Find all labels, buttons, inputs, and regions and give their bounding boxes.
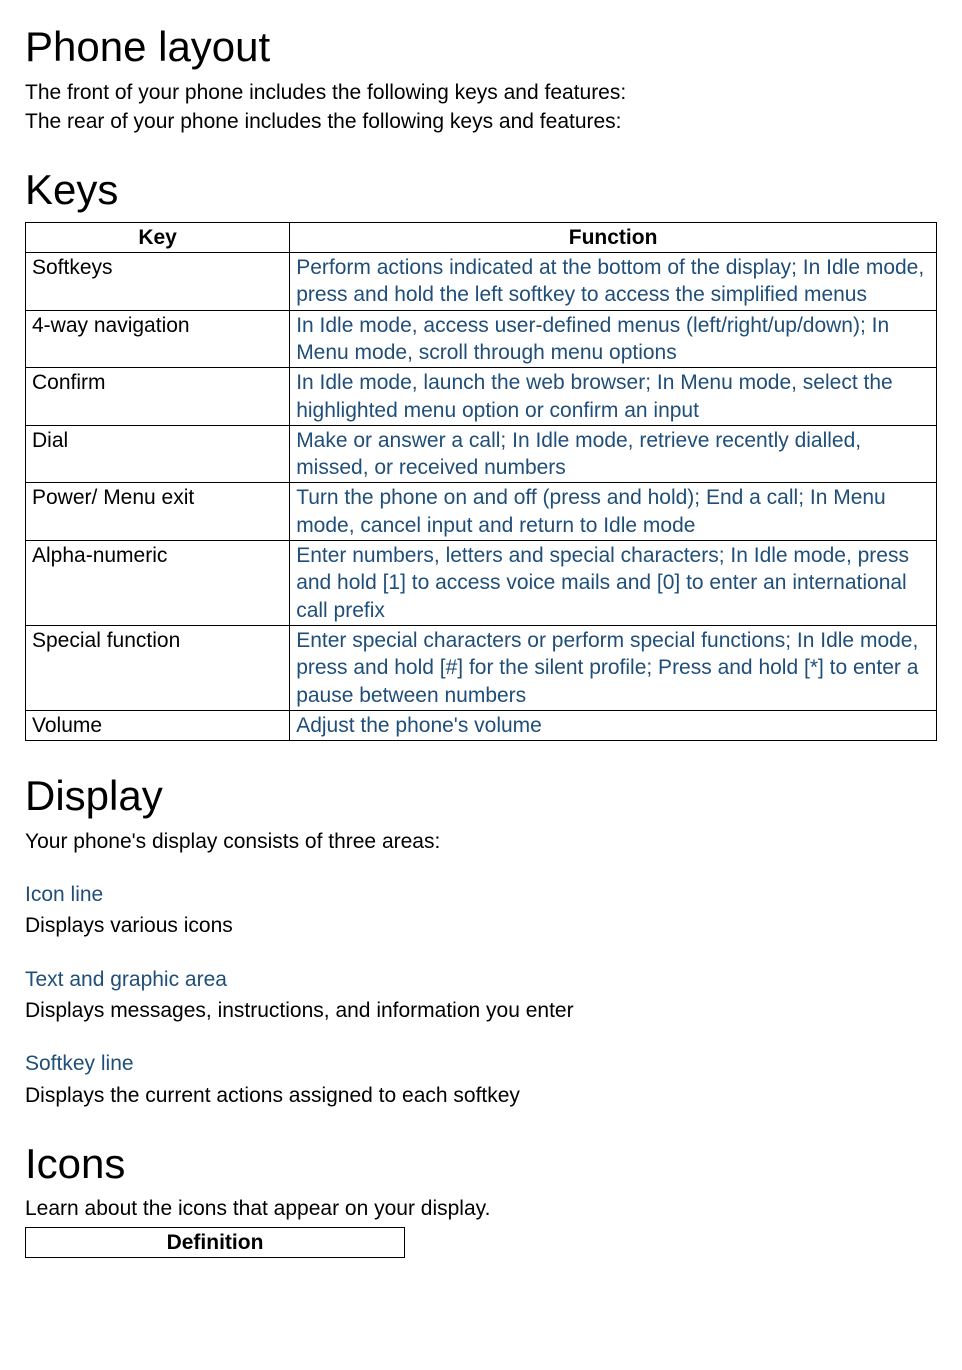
table-cell-key: Dial	[26, 425, 290, 483]
heading-display: Display	[25, 769, 937, 824]
heading-icons: Icons	[25, 1137, 937, 1192]
icons-table: Definition	[25, 1227, 405, 1258]
icons-intro: Learn about the icons that appear on you…	[25, 1195, 937, 1222]
display-area-desc: Displays various icons	[25, 912, 937, 939]
display-area-title: Softkey line	[25, 1050, 937, 1077]
table-row: SoftkeysPerform actions indicated at the…	[26, 253, 937, 311]
table-row: VolumeAdjust the phone's volume	[26, 710, 937, 740]
table-cell-function: Turn the phone on and off (press and hol…	[290, 483, 937, 541]
table-header-definition: Definition	[26, 1227, 405, 1257]
display-area-desc: Displays the current actions assigned to…	[25, 1082, 937, 1109]
table-cell-key: Alpha-numeric	[26, 541, 290, 626]
table-cell-key: Power/ Menu exit	[26, 483, 290, 541]
table-cell-key: Special function	[26, 625, 290, 710]
table-cell-key: Softkeys	[26, 253, 290, 311]
table-cell-function: In Idle mode, launch the web browser; In…	[290, 368, 937, 426]
heading-phone-layout: Phone layout	[25, 20, 937, 75]
table-header-row: Key Function	[26, 222, 937, 252]
table-cell-key: Confirm	[26, 368, 290, 426]
table-header-row: Definition	[26, 1227, 405, 1257]
display-intro: Your phone's display consists of three a…	[25, 828, 937, 855]
table-row: ConfirmIn Idle mode, launch the web brow…	[26, 368, 937, 426]
table-header-function: Function	[290, 222, 937, 252]
table-cell-function: Enter special characters or perform spec…	[290, 625, 937, 710]
keys-table: Key Function SoftkeysPerform actions ind…	[25, 222, 937, 741]
table-row: Power/ Menu exitTurn the phone on and of…	[26, 483, 937, 541]
table-row: Special functionEnter special characters…	[26, 625, 937, 710]
table-row: 4-way navigationIn Idle mode, access use…	[26, 310, 937, 368]
table-header-key: Key	[26, 222, 290, 252]
heading-keys: Keys	[25, 163, 937, 218]
display-area-title: Text and graphic area	[25, 966, 937, 993]
table-cell-function: Adjust the phone's volume	[290, 710, 937, 740]
table-cell-function: Perform actions indicated at the bottom …	[290, 253, 937, 311]
intro-rear: The rear of your phone includes the foll…	[25, 108, 937, 135]
intro-front: The front of your phone includes the fol…	[25, 79, 937, 106]
table-cell-key: Volume	[26, 710, 290, 740]
table-cell-function: Enter numbers, letters and special chara…	[290, 541, 937, 626]
table-row: Alpha-numericEnter numbers, letters and …	[26, 541, 937, 626]
display-area-desc: Displays messages, instructions, and inf…	[25, 997, 937, 1024]
table-cell-function: In Idle mode, access user-defined menus …	[290, 310, 937, 368]
table-cell-key: 4-way navigation	[26, 310, 290, 368]
table-cell-function: Make or answer a call; In Idle mode, ret…	[290, 425, 937, 483]
table-row: DialMake or answer a call; In Idle mode,…	[26, 425, 937, 483]
display-area-title: Icon line	[25, 881, 937, 908]
